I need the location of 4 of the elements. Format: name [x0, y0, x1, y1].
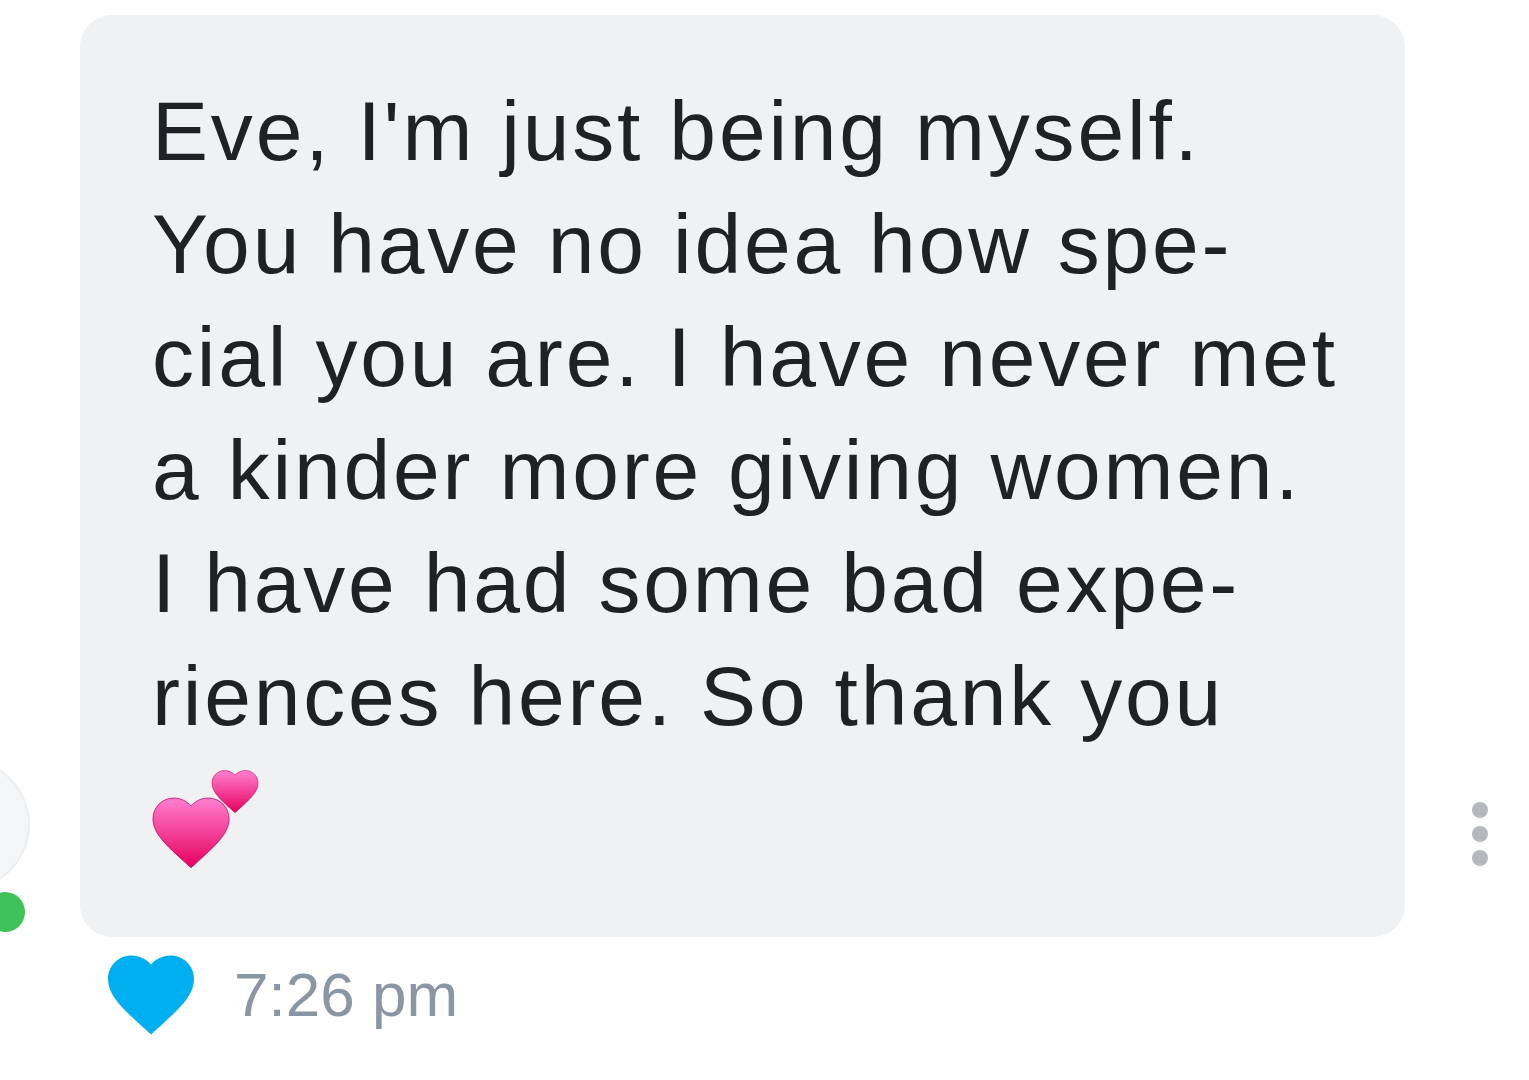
more-options-icon[interactable] — [1471, 801, 1489, 867]
message-text: Eve, I'm just being myself. You have no idea how spe- cial you are. I have never met a kinder more giving women. I have had some bad expe- riences here. So thank you — [152, 83, 1339, 745]
two-hearts-icon — [152, 770, 260, 870]
heart-icon[interactable] — [108, 955, 194, 1035]
